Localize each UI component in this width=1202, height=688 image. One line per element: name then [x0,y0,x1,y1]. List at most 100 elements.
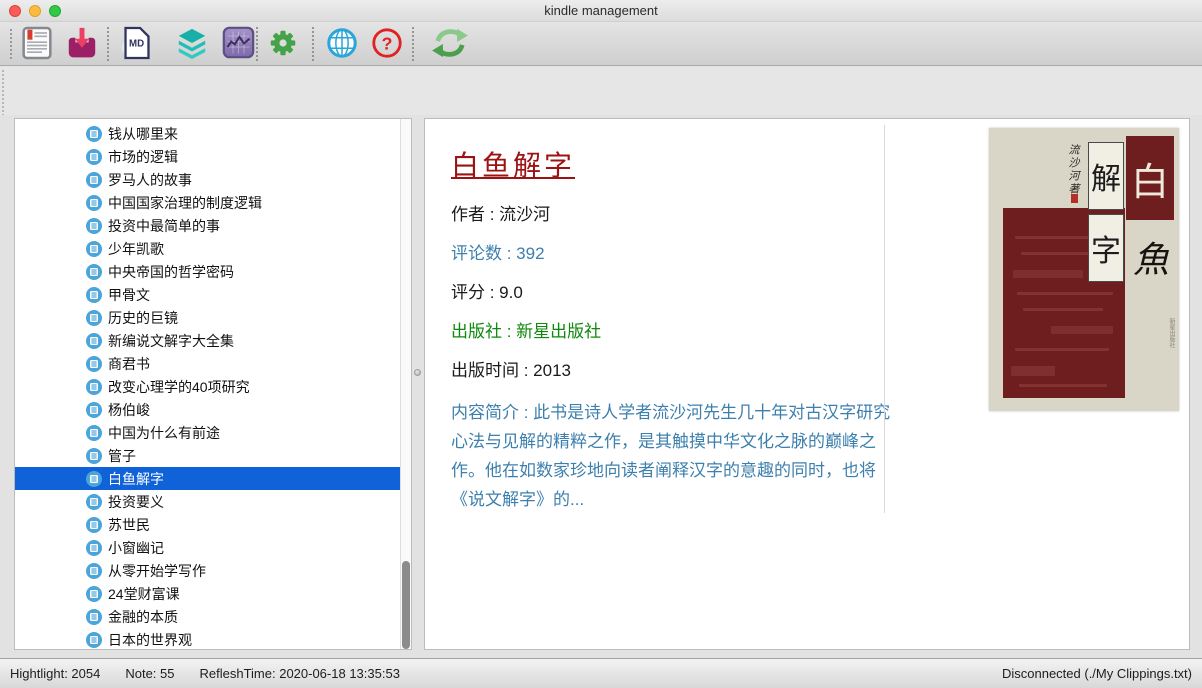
statistics-chart-icon [222,26,255,62]
status-refresh-time: RefleshTime: 2020-06-18 13:35:53 [200,666,400,681]
detail-field-pub-date: 出版时间 : 2013 [451,359,891,382]
settings-button[interactable] [261,26,305,62]
note-icon [86,333,102,349]
list-item[interactable]: 市场的逻辑 [15,145,401,168]
svg-text:?: ? [382,33,393,53]
note-icon [86,517,102,533]
list-scrollbar[interactable] [400,119,411,649]
detail-field-author: 作者 : 流沙河 [451,203,891,226]
detail-field-comments: 评论数 : 392 [451,242,891,265]
list-item[interactable]: 中央帝国的哲学密码 [15,260,401,283]
list-item[interactable]: 投资要义 [15,490,401,513]
status-highlight-count: Hightlight: 2054 [10,666,100,681]
list-item[interactable]: 罗马人的故事 [15,168,401,191]
detail-field-rating: 评分 : 9.0 [451,281,891,304]
cover-char-jie: 解 [1088,142,1124,210]
list-item[interactable]: 24堂财富课 [15,582,401,605]
help-question-icon: ? [370,26,404,63]
list-item[interactable]: 历史的巨镜 [15,306,401,329]
list-item[interactable]: 小窗幽记 [15,536,401,559]
note-icon [86,448,102,464]
note-icon [86,287,102,303]
note-icon [86,379,102,395]
book-list-panel: 钱从哪里来 市场的逻辑 [14,118,412,650]
list-item[interactable]: 少年凯歌 [15,237,401,260]
note-icon [86,586,102,602]
cover-char-yu: 魚 [1129,224,1173,290]
list-item[interactable]: 金融的本质 [15,605,401,628]
web-globe-icon [325,26,359,63]
note-icon [86,632,102,648]
status-note-count: Note: 55 [125,666,174,681]
import-download-icon [65,26,99,63]
notes-document-button[interactable] [15,26,59,62]
book-list: 钱从哪里来 市场的逻辑 [15,122,401,650]
titlebar[interactable]: kindle management [0,0,1202,22]
note-icon [86,264,102,280]
list-item[interactable]: 改变心理学的40项研究 [15,375,401,398]
splitter-handle[interactable] [414,369,421,376]
detail-field-publisher: 出版社 : 新星出版社 [451,320,891,343]
toolbar-separator [312,27,314,61]
notes-document-icon [22,26,52,63]
main-area: 钱从哪里来 市场的逻辑 [0,115,1202,658]
note-icon [86,356,102,372]
cover-calligraphy: 流沙河著 [1065,144,1081,196]
list-item[interactable]: 杨伯峻 [15,398,401,421]
cover-publisher-text: 新星出版社 [1167,318,1176,348]
note-icon [86,149,102,165]
note-icon [86,609,102,625]
note-icon [86,172,102,188]
markdown-file-icon: MD [122,25,152,64]
note-icon [86,494,102,510]
import-download-button[interactable] [60,26,104,62]
note-icon [86,218,102,234]
statusbar: Hightlight: 2054 Note: 55 RefleshTime: 2… [0,658,1202,688]
book-cover-image: 白 解 字 魚 流沙河著 新星出版社 [989,128,1179,411]
cover-seal [1071,194,1078,203]
app-window: kindle management [0,0,1202,688]
toolbar-separator [412,27,414,61]
note-icon [86,402,102,418]
settings-gear-icon [266,26,300,63]
book-detail-panel: 白鱼解字 作者 : 流沙河评论数 : 392 评分 : 9.0 出版社 : 新星出版… [424,118,1190,650]
list-item[interactable]: 商君书 [15,352,401,375]
detail-divider [884,125,885,513]
web-search-button[interactable] [320,26,364,62]
list-item[interactable]: 白鱼解字 [15,467,401,490]
list-item[interactable]: 从零开始学写作 [15,559,401,582]
book-title-link[interactable]: 白鱼解字 [451,144,575,184]
list-item[interactable]: 投资中最简单的事 [15,214,401,237]
list-item[interactable]: 中国为什么有前途 [15,421,401,444]
layers-merge-button[interactable] [170,26,214,62]
list-item[interactable]: 日本的世界观 [15,628,401,650]
note-icon [86,126,102,142]
statistics-chart-button[interactable] [216,26,260,62]
window-title: kindle management [0,3,1202,18]
svg-text:MD: MD [129,38,144,49]
list-item[interactable]: 中国国家治理的制度逻辑 [15,191,401,214]
note-icon [86,425,102,441]
list-scrollbar-thumb[interactable] [402,561,410,649]
list-item[interactable]: 钱从哪里来 [15,122,401,145]
note-icon [86,540,102,556]
list-item[interactable]: 甲骨文 [15,283,401,306]
cover-char-bai: 白 [1126,136,1174,220]
note-icon [86,241,102,257]
toolbar-separator [107,27,109,61]
markdown-export-button[interactable]: MD [115,26,159,62]
status-connection: Disconnected (./My Clippings.txt) [1002,666,1192,681]
list-item[interactable]: 新编说文解字大全集 [15,329,401,352]
cover-char-zi: 字 [1088,214,1124,282]
toolbar-drag-handle[interactable] [10,29,12,59]
toolbar: MD [0,22,1202,66]
detail-field-summary: 内容简介 : 此书是诗人学者流沙河先生几十年对古汉字研究心法与见解的精粹之作，是… [451,398,891,514]
list-item[interactable]: 管子 [15,444,401,467]
layers-icon [175,26,209,63]
help-button[interactable]: ? [365,26,409,62]
note-icon [86,195,102,211]
toolbar-separator [256,27,258,61]
list-item[interactable]: 苏世民 [15,513,401,536]
refresh-button[interactable] [428,26,472,62]
refresh-sync-icon [431,26,469,63]
